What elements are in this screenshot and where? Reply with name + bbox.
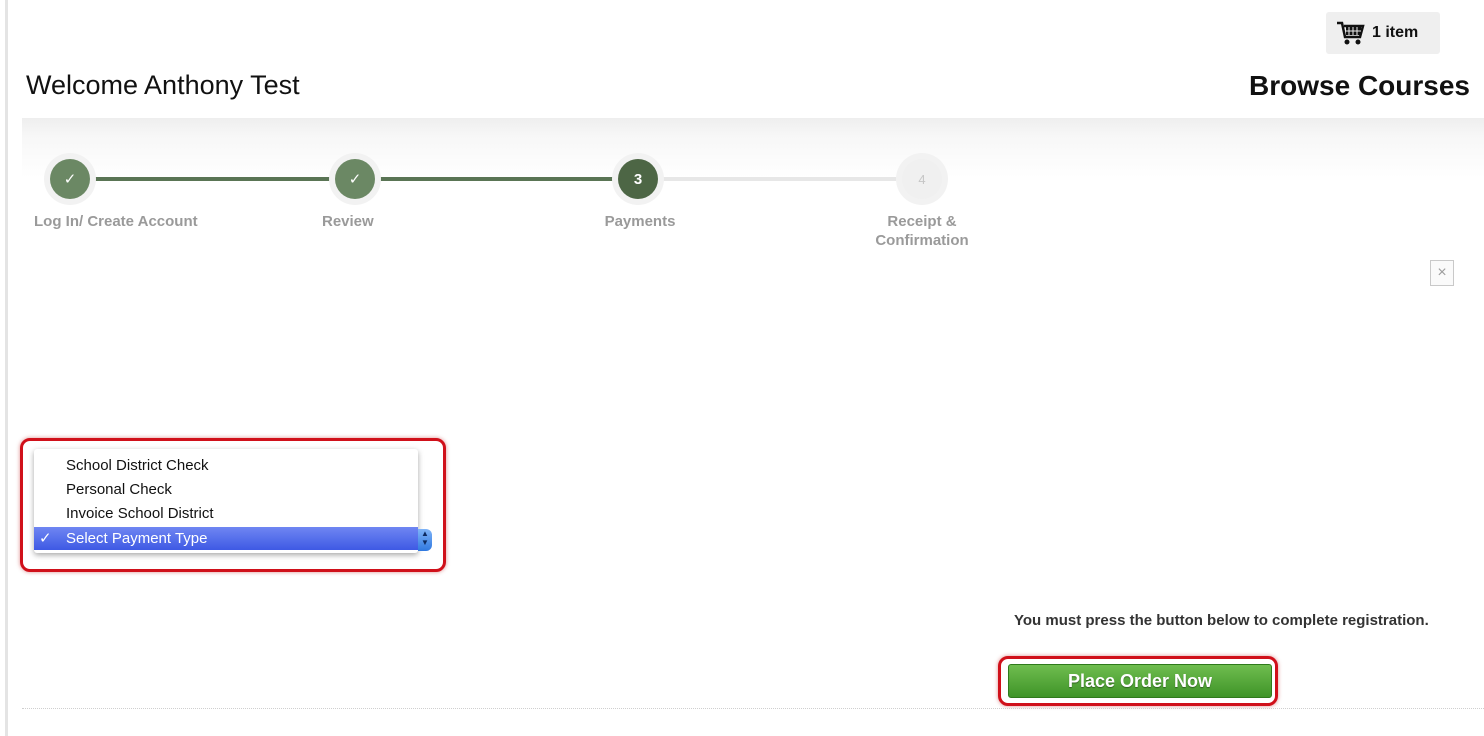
cart-button[interactable]: 1 item: [1326, 12, 1440, 54]
step-3-number: 3: [618, 159, 658, 199]
payment-option-school-district-check[interactable]: School District Check: [66, 457, 209, 474]
step-1-label: Log In/ Create Account: [34, 213, 198, 230]
step-4-label-line2: Confirmation: [875, 232, 969, 249]
left-border: [5, 0, 8, 736]
step-2-indicator: ✓: [329, 153, 381, 205]
step-4-number: 4: [902, 159, 942, 199]
selected-option-label: Select Payment Type: [66, 530, 208, 547]
progress-track-remaining: [630, 177, 922, 181]
checkmark-icon: ✓: [335, 159, 375, 199]
step-3-label: Payments: [604, 213, 676, 230]
welcome-message: Welcome Anthony Test: [26, 70, 300, 100]
bottom-divider: [22, 708, 1484, 709]
select-arrows-icon[interactable]: ▲ ▼: [418, 529, 432, 551]
browse-courses-link[interactable]: Browse Courses: [1249, 70, 1470, 102]
step-4-indicator: 4: [896, 153, 948, 205]
payment-type-dropdown[interactable]: School District Check Personal Check Inv…: [34, 449, 418, 553]
progress-steps-band: [22, 118, 1484, 258]
checkmark-icon: ✓: [50, 159, 90, 199]
payment-option-invoice-school-district[interactable]: Invoice School District: [66, 505, 214, 522]
shopping-cart-icon: [1336, 20, 1366, 46]
step-2-label: Review: [322, 213, 374, 230]
close-icon[interactable]: ×: [1430, 260, 1454, 286]
order-notice: You must press the button below to compl…: [1014, 612, 1429, 629]
place-order-button[interactable]: Place Order Now: [1008, 664, 1272, 698]
step-3-indicator: 3: [612, 153, 664, 205]
step-4-label: Receipt & Confirmation: [852, 212, 992, 250]
cart-count-label: 1 item: [1372, 24, 1419, 41]
step-1-indicator: ✓: [44, 153, 96, 205]
checkmark-icon: ✓: [39, 530, 52, 547]
payment-option-select-payment-type[interactable]: ✓ Select Payment Type: [34, 527, 418, 550]
payment-option-personal-check[interactable]: Personal Check: [66, 481, 172, 498]
step-4-label-line1: Receipt &: [887, 213, 957, 230]
